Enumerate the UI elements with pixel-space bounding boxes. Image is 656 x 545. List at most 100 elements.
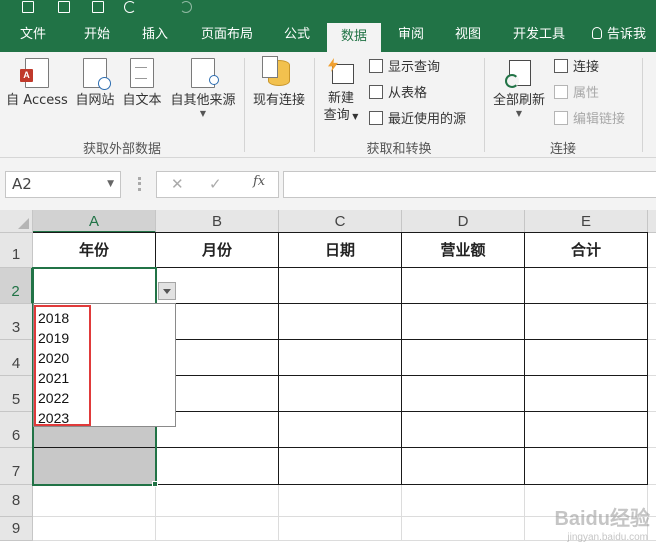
tab-formulas[interactable]: 公式 xyxy=(274,18,320,52)
cell[interactable] xyxy=(33,485,156,517)
column-header-d[interactable]: D xyxy=(402,210,525,233)
cancel-icon[interactable]: ✕ xyxy=(171,175,184,193)
validation-dropdown-button[interactable] xyxy=(158,282,176,300)
enter-check-icon[interactable]: ✓ xyxy=(209,175,222,193)
from-table-button[interactable]: 从表格 xyxy=(369,85,427,103)
cell[interactable] xyxy=(33,517,156,541)
cell[interactable] xyxy=(156,517,279,541)
show-queries-button[interactable]: 显示查询 xyxy=(369,59,440,77)
active-cell xyxy=(32,267,157,305)
new-query-button[interactable]: 新建 查询 ▼ xyxy=(318,58,364,125)
print-preview-icon[interactable] xyxy=(92,1,104,13)
cell[interactable] xyxy=(279,517,402,541)
header-cell-a[interactable]: 年份 xyxy=(33,233,156,268)
name-box[interactable]: A2 ▼ xyxy=(5,171,121,198)
cell[interactable] xyxy=(525,412,648,448)
cell[interactable] xyxy=(648,412,656,448)
cell[interactable] xyxy=(525,304,648,340)
row-header-5[interactable]: 5 xyxy=(0,376,33,412)
properties-button[interactable]: 属性 xyxy=(554,85,599,103)
fill-handle[interactable] xyxy=(152,481,158,487)
connections-button[interactable]: 连接 xyxy=(554,59,599,77)
column-header-c[interactable]: C xyxy=(279,210,402,233)
tab-home[interactable]: 开始 xyxy=(74,18,120,52)
cell[interactable] xyxy=(402,448,525,485)
column-header-a[interactable]: A xyxy=(33,210,156,233)
row-header-7[interactable]: 7 xyxy=(0,448,33,485)
cell[interactable] xyxy=(648,233,656,268)
header-cell-b[interactable]: 月份 xyxy=(156,233,279,268)
undo-icon[interactable] xyxy=(124,1,136,13)
cell[interactable] xyxy=(648,376,656,412)
cell[interactable] xyxy=(525,448,648,485)
cell[interactable] xyxy=(402,517,525,541)
cell[interactable] xyxy=(402,485,525,517)
formula-bar: A2 ▼ ✕ ✓ fx xyxy=(0,158,656,210)
cell[interactable] xyxy=(279,340,402,376)
chevron-down-icon[interactable]: ▼ xyxy=(107,172,114,197)
from-other-sources-button[interactable]: 自其他来源 ▼ xyxy=(166,58,240,119)
column-header-b[interactable]: B xyxy=(156,210,279,233)
row-header-8[interactable]: 8 xyxy=(0,485,33,517)
cell[interactable] xyxy=(648,268,656,304)
cell[interactable] xyxy=(402,412,525,448)
cell[interactable] xyxy=(279,485,402,517)
column-header-e[interactable]: E xyxy=(525,210,648,233)
from-text-button[interactable]: 自文本 xyxy=(119,58,165,109)
tab-insert[interactable]: 插入 xyxy=(132,18,178,52)
cell[interactable] xyxy=(525,268,648,304)
cell[interactable] xyxy=(279,376,402,412)
cell[interactable] xyxy=(648,304,656,340)
cell[interactable] xyxy=(402,340,525,376)
tab-file[interactable]: 文件 xyxy=(8,18,58,52)
from-access-label: 自 Access xyxy=(6,93,68,108)
row-header-3[interactable]: 3 xyxy=(0,304,33,340)
edit-links-icon xyxy=(554,111,568,125)
cell[interactable] xyxy=(525,376,648,412)
cell[interactable] xyxy=(648,448,656,485)
cell[interactable] xyxy=(402,376,525,412)
resize-grip-icon[interactable] xyxy=(138,177,141,191)
row-header-1[interactable]: 1 xyxy=(0,233,33,268)
redo-icon[interactable] xyxy=(180,1,192,13)
cell[interactable] xyxy=(279,412,402,448)
refresh-all-button[interactable]: 全部刷新 ▼ xyxy=(488,58,550,119)
column-header-next[interactable] xyxy=(648,210,656,233)
edit-links-button[interactable]: 编辑链接 xyxy=(554,111,625,129)
cell[interactable] xyxy=(156,448,279,485)
row-header-6[interactable]: 6 xyxy=(0,412,33,448)
tab-view[interactable]: 视图 xyxy=(445,18,491,52)
refresh-icon xyxy=(505,58,533,88)
header-cell-e[interactable]: 合计 xyxy=(525,233,648,268)
row-header-2[interactable]: 2 xyxy=(0,268,33,304)
select-all-button[interactable] xyxy=(0,210,33,233)
cell[interactable] xyxy=(402,304,525,340)
from-web-button[interactable]: 自网站 xyxy=(72,58,118,109)
cell[interactable] xyxy=(402,268,525,304)
document-icon[interactable] xyxy=(22,1,34,13)
cell[interactable] xyxy=(156,485,279,517)
group-label-connections: 连接 xyxy=(549,142,576,157)
tab-data[interactable]: 数据 xyxy=(327,23,381,52)
cell[interactable] xyxy=(279,304,402,340)
insert-function-icon[interactable]: fx xyxy=(253,174,265,189)
row-header-9[interactable]: 9 xyxy=(0,517,33,541)
table-icon xyxy=(369,85,383,99)
tab-review[interactable]: 审阅 xyxy=(388,18,434,52)
row-header-4[interactable]: 4 xyxy=(0,340,33,376)
edit-links-label: 编辑链接 xyxy=(573,112,626,127)
cell[interactable] xyxy=(525,340,648,376)
cell[interactable] xyxy=(648,340,656,376)
from-access-button[interactable]: A 自 Access xyxy=(4,58,70,109)
cell[interactable] xyxy=(279,448,402,485)
existing-connections-button[interactable]: 现有连接 xyxy=(248,56,310,109)
save-icon[interactable] xyxy=(58,1,70,13)
tab-page-layout[interactable]: 页面布局 xyxy=(190,18,264,52)
formula-input[interactable] xyxy=(283,171,656,198)
header-cell-c[interactable]: 日期 xyxy=(279,233,402,268)
header-cell-d[interactable]: 营业额 xyxy=(402,233,525,268)
recent-sources-button[interactable]: 最近使用的源 xyxy=(369,111,466,129)
cell[interactable] xyxy=(279,268,402,304)
tab-developer[interactable]: 开发工具 xyxy=(502,18,576,52)
tell-me-search[interactable]: 告诉我 xyxy=(592,18,656,52)
